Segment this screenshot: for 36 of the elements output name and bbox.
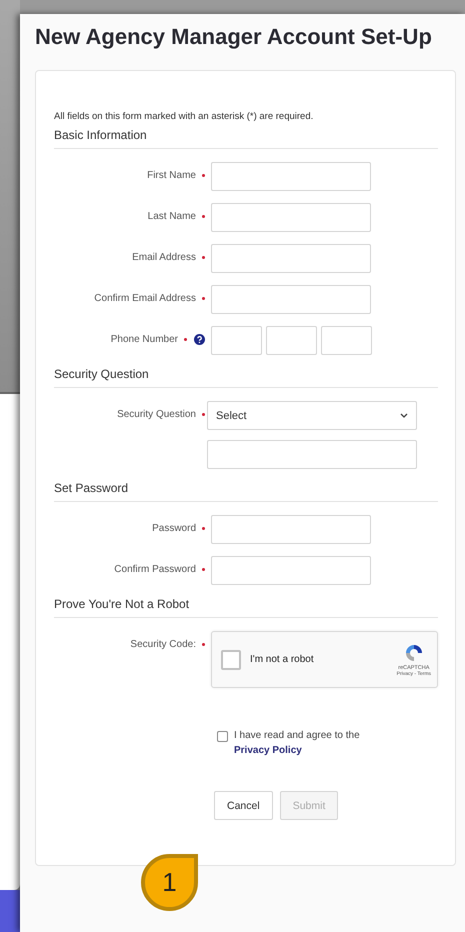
input-field[interactable] [211, 556, 371, 585]
field-label: Phone Number [110, 334, 178, 345]
input-field[interactable] [211, 162, 371, 191]
field-label: Email Address [132, 252, 196, 263]
input-field[interactable] [211, 515, 371, 544]
field-label: Confirm Email Address [94, 293, 196, 304]
captcha-checkbox[interactable] [221, 650, 241, 670]
field-label: First Name [147, 170, 196, 181]
agree-checkbox[interactable] [217, 731, 228, 742]
section-heading: Set Password [54, 481, 438, 502]
phone-line-field[interactable] [321, 326, 372, 355]
agreement-text: I have read and agree to the Privacy Policy [234, 729, 361, 758]
field-label: Confirm Password [114, 564, 196, 575]
cancel-button[interactable]: Cancel [214, 791, 273, 820]
section-heading: Basic Information [54, 128, 438, 149]
captcha-logo-icon [404, 642, 424, 662]
field-label: Last Name [148, 211, 196, 222]
input-field[interactable] [211, 285, 371, 314]
section-heading: Prove You're Not a Robot [54, 597, 438, 618]
area-code-field[interactable] [211, 326, 262, 355]
section-heading: Security Question [54, 367, 438, 388]
security-question-select[interactable]: Select [207, 401, 417, 430]
phone-prefix-field[interactable] [266, 326, 317, 355]
field-label: Password [152, 523, 196, 534]
captcha-label: I'm not a robot [250, 654, 315, 665]
help-icon[interactable] [194, 334, 205, 345]
field-label: Security Code: [130, 639, 196, 650]
input-field[interactable] [211, 244, 371, 273]
privacy-policy-link[interactable]: Privacy Policy [234, 745, 302, 756]
answer-field[interactable] [207, 440, 417, 469]
page-title: New Agency Manager Account Set-Up [35, 23, 433, 51]
required-note: All fields on this form marked with an asterisk (*) are required. [54, 111, 314, 122]
step-marker: 1 [141, 854, 198, 911]
field-label: Security Question [117, 409, 196, 420]
caret-icon [400, 413, 408, 418]
input-field[interactable] [211, 203, 371, 232]
